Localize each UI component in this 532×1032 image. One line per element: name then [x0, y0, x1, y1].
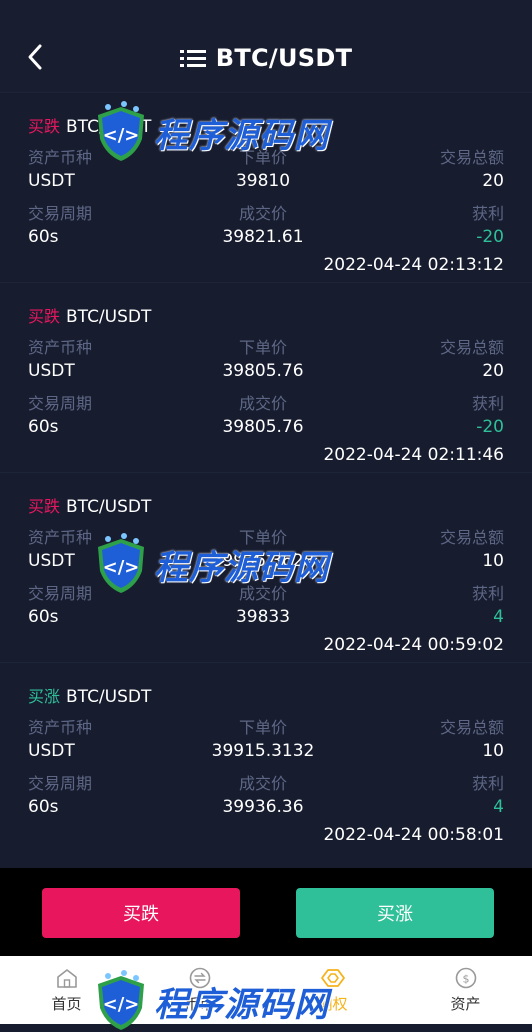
- tab-label: 币币: [184, 994, 215, 1013]
- order-price-label: 下单价: [238, 148, 287, 167]
- tab-label: 资产: [450, 994, 481, 1013]
- total-label: 交易总额: [439, 148, 504, 167]
- tab-label: 首页: [51, 994, 82, 1013]
- direction-label: 买涨: [28, 687, 61, 706]
- profit-label: 获利: [471, 394, 504, 413]
- period-value: 60s: [28, 227, 59, 247]
- deal-price-value: 39936.36: [222, 797, 304, 817]
- pair-label: BTC/USDT: [66, 687, 152, 707]
- order-price-value: 39810: [235, 171, 291, 191]
- period-label: 交易周期: [28, 204, 93, 223]
- period-label: 交易周期: [28, 584, 93, 603]
- list-icon: [179, 50, 206, 67]
- period-label: 交易周期: [28, 774, 93, 793]
- tab-home[interactable]: 首页: [0, 956, 133, 1024]
- direction-label: 买跌: [28, 307, 61, 326]
- svg-text:$: $: [462, 972, 469, 985]
- pair-label: BTC/USDT: [66, 497, 152, 517]
- total-value: 20: [482, 171, 504, 191]
- deal-price-label: 成交价: [238, 204, 287, 223]
- order-card[interactable]: 买跌 BTC/USDT 资产币种 下单价 交易总额 USDT 39936.3628…: [0, 473, 532, 663]
- order-card[interactable]: 买涨 BTC/USDT 资产币种 下单价 交易总额 USDT 39915.3132…: [0, 663, 532, 853]
- pair-label: BTC/USDT: [66, 307, 152, 327]
- order-price-value: 39805.76: [222, 361, 304, 381]
- asset-value: USDT: [28, 361, 75, 381]
- period-value: 60s: [28, 417, 59, 437]
- order-time: 2022-04-24 00:58:01: [323, 825, 504, 845]
- profit-value: 4: [493, 797, 504, 817]
- buy-down-button[interactable]: 买跌: [42, 888, 240, 938]
- period-label: 交易周期: [28, 394, 93, 413]
- options-icon: [320, 968, 345, 987]
- home-icon: [56, 968, 77, 988]
- deal-price-label: 成交价: [238, 774, 287, 793]
- profit-value: 4: [493, 607, 504, 627]
- total-value: 20: [482, 361, 504, 381]
- tab-options[interactable]: 期权: [266, 956, 399, 1024]
- order-time: 2022-04-24 02:13:12: [323, 255, 504, 275]
- asset-label: 资产币种: [28, 718, 93, 737]
- direction-label: 买跌: [28, 117, 61, 136]
- asset-value: USDT: [28, 741, 75, 761]
- deal-price-value: 39805.76: [222, 417, 304, 437]
- asset-value: USDT: [28, 551, 75, 571]
- profit-label: 获利: [471, 774, 504, 793]
- order-card[interactable]: 买跌 BTC/USDT 资产币种 下单价 交易总额 USDT 39810 20 交…: [0, 93, 532, 283]
- order-time: 2022-04-24 00:59:02: [323, 635, 504, 655]
- order-price-value: 39936.3628: [211, 551, 315, 571]
- action-bar: 买跌 买涨: [0, 868, 532, 956]
- profit-value: -20: [476, 227, 504, 247]
- assets-icon: $: [455, 967, 476, 988]
- pair-label: BTC/USDT: [66, 117, 152, 137]
- asset-label: 资产币种: [28, 148, 93, 167]
- exchange-icon: [189, 967, 210, 988]
- total-value: 10: [482, 741, 504, 761]
- tab-label: 期权: [317, 994, 348, 1013]
- period-value: 60s: [28, 797, 59, 817]
- tab-exchange[interactable]: 币币: [133, 956, 266, 1024]
- buy-up-button[interactable]: 买涨: [296, 888, 494, 938]
- asset-label: 资产币种: [28, 338, 93, 357]
- direction-label: 买跌: [28, 497, 61, 516]
- order-time: 2022-04-24 02:11:46: [323, 445, 504, 465]
- title-area[interactable]: BTC/USDT: [0, 38, 532, 78]
- order-card[interactable]: 买跌 BTC/USDT 资产币种 下单价 交易总额 USDT 39805.76 2…: [0, 283, 532, 473]
- tab-assets[interactable]: $ 资产: [399, 956, 532, 1024]
- deal-price-value: 39821.61: [222, 227, 304, 247]
- order-price-label: 下单价: [238, 718, 287, 737]
- asset-label: 资产币种: [28, 528, 93, 547]
- total-label: 交易总额: [439, 338, 504, 357]
- deal-price-label: 成交价: [238, 394, 287, 413]
- order-price-label: 下单价: [238, 338, 287, 357]
- total-label: 交易总额: [439, 528, 504, 547]
- profit-value: -20: [476, 417, 504, 437]
- order-list: 买跌 BTC/USDT 资产币种 下单价 交易总额 USDT 39810 20 交…: [0, 93, 532, 868]
- order-price-value: 39915.3132: [211, 741, 315, 761]
- deal-price-value: 39833: [235, 607, 291, 627]
- profit-label: 获利: [471, 584, 504, 603]
- tab-bar: 首页 币币 期权 $ 资产 </> 程序源码网: [0, 956, 532, 1030]
- profit-label: 获利: [471, 204, 504, 223]
- header: BTC/USDT: [0, 0, 532, 93]
- total-label: 交易总额: [439, 718, 504, 737]
- deal-price-label: 成交价: [238, 584, 287, 603]
- asset-value: USDT: [28, 171, 75, 191]
- period-value: 60s: [28, 607, 59, 627]
- page-title: BTC/USDT: [215, 44, 353, 72]
- total-value: 10: [482, 551, 504, 571]
- order-price-label: 下单价: [238, 528, 287, 547]
